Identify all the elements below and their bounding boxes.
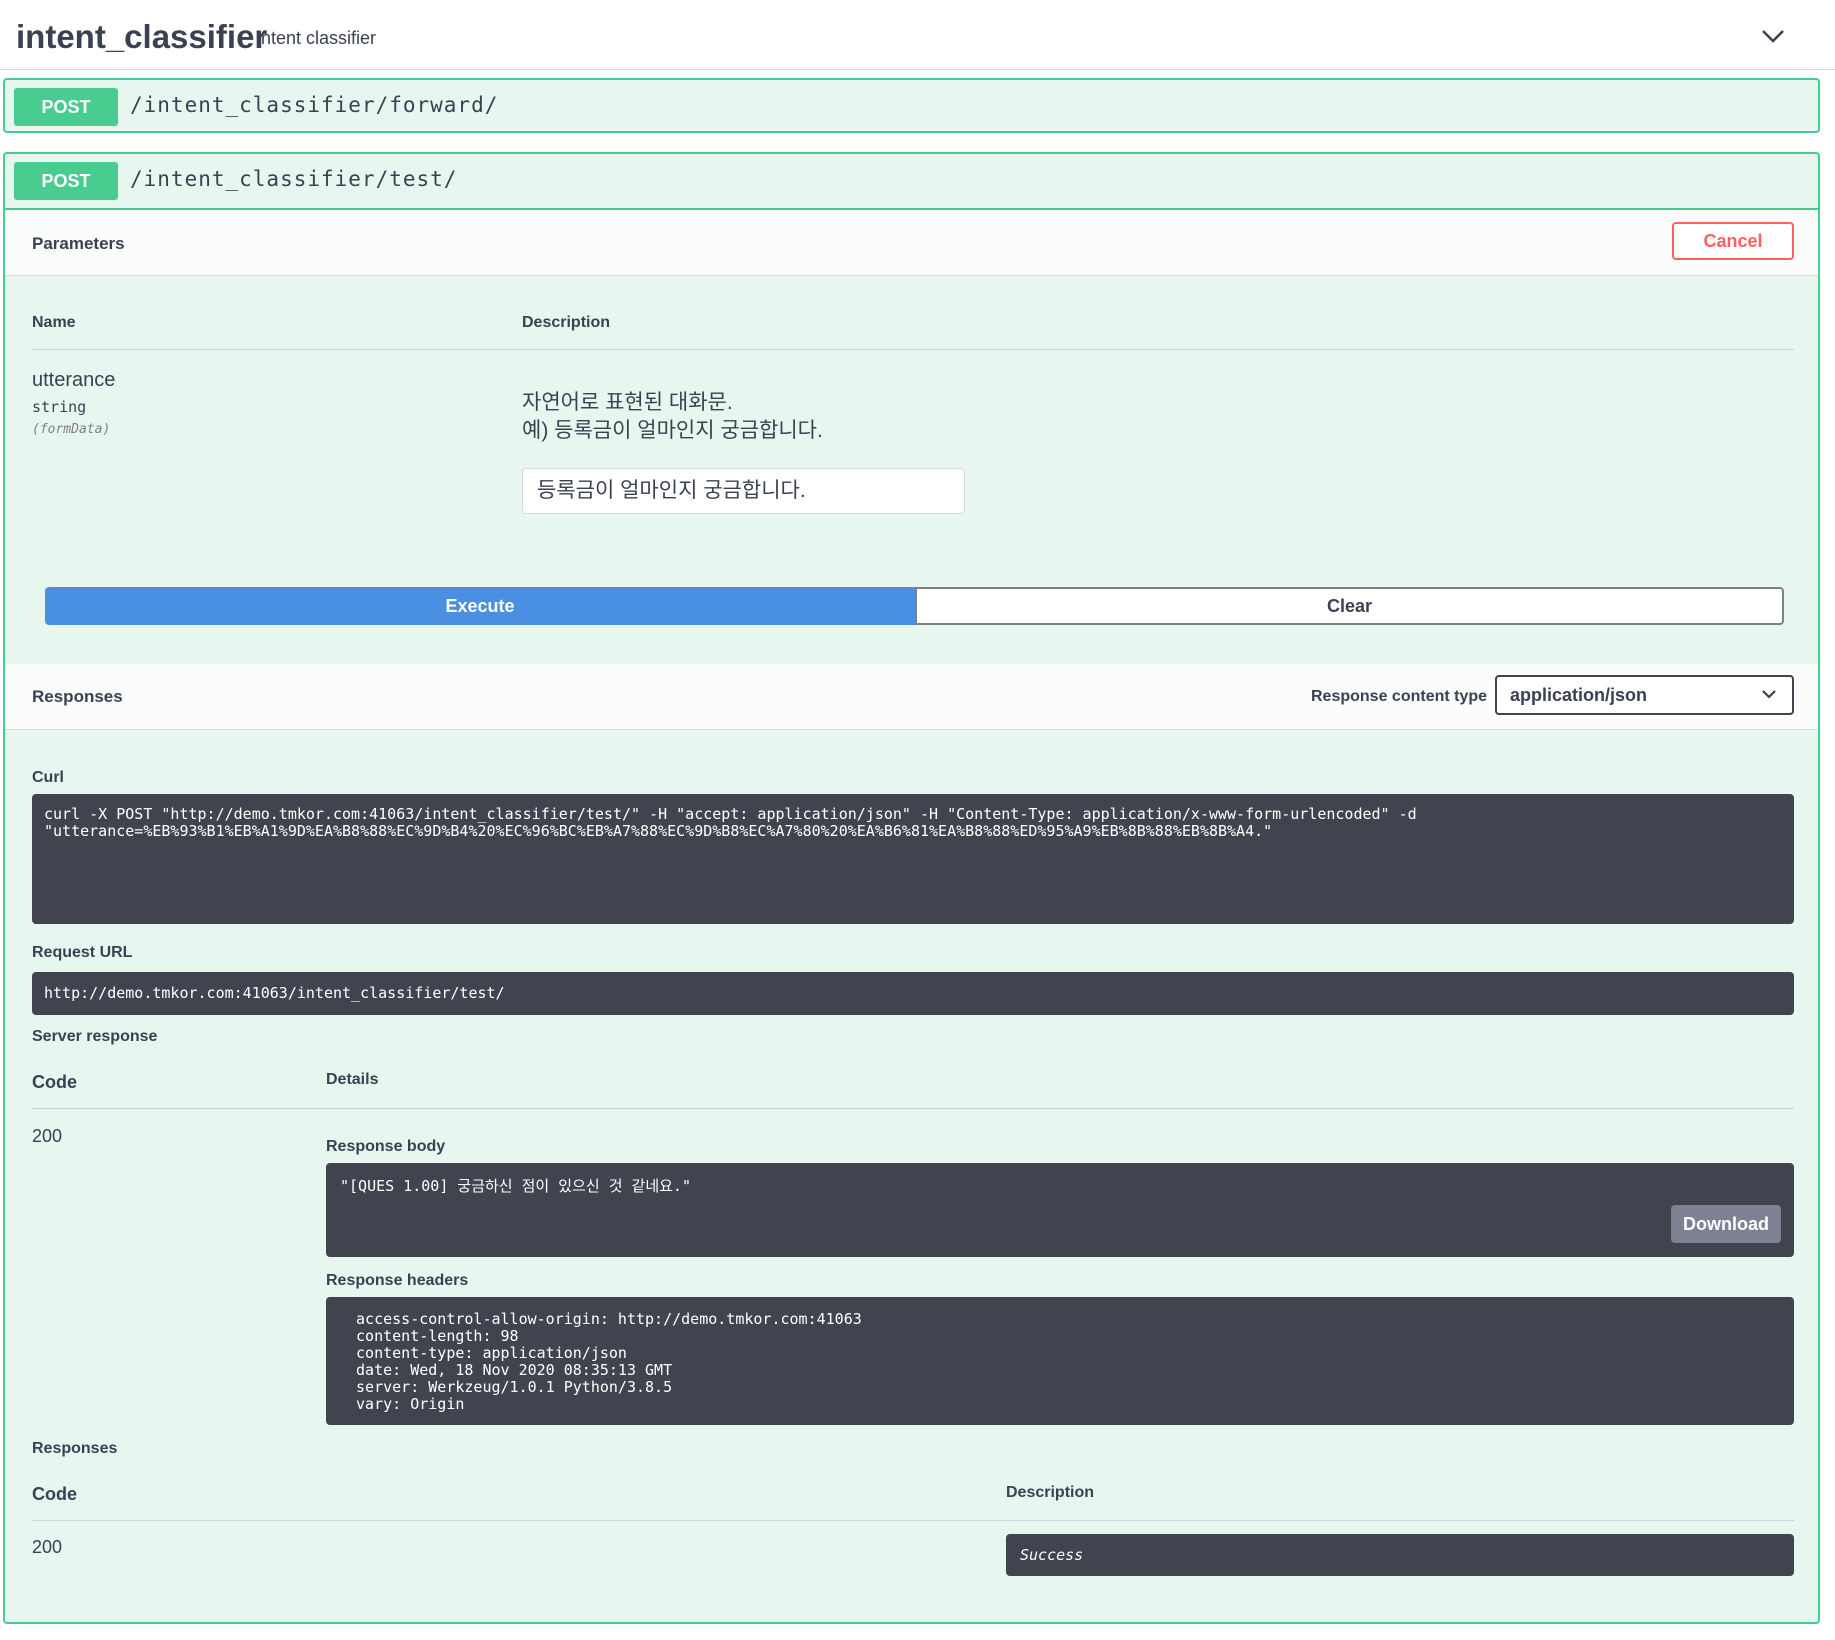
chevron-down-icon <box>1762 690 1776 699</box>
opblock-summary-test[interactable]: POST /intent_classifier/test/ <box>5 154 1818 210</box>
tag-header[interactable]: intent_classifier intent classifier <box>0 0 1835 70</box>
opblock-summary-forward[interactable]: POST /intent_classifier/forward/ <box>5 80 1818 135</box>
response-body-text: "[QUES 1.00] 궁금하신 점이 있으신 것 같네요." <box>340 1177 691 1195</box>
divider <box>32 349 1794 350</box>
responses-label: Responses <box>32 1440 118 1457</box>
endpoint-path: /intent_classifier/forward/ <box>130 93 499 117</box>
content-type-select[interactable]: application/json <box>1495 675 1794 715</box>
server-response-col-details: Details <box>326 1071 379 1088</box>
chevron-down-icon[interactable] <box>1760 24 1786 48</box>
server-response-code: 200 <box>32 1126 63 1146</box>
response-headers-label: Response headers <box>326 1272 469 1289</box>
param-description-line2: 예) 등록금이 얼마인지 궁금합니다. <box>522 419 823 442</box>
content-type-label: Response content type <box>1311 688 1488 705</box>
param-col-name: Name <box>32 314 76 331</box>
param-col-description: Description <box>522 314 611 331</box>
responses-col-description: Description <box>1006 1484 1095 1501</box>
responses-col-code: Code <box>32 1484 77 1504</box>
request-url[interactable]: http://demo.tmkor.com:41063/intent_class… <box>32 972 1794 1015</box>
param-name: utterance <box>32 369 116 391</box>
param-description-line1: 자연어로 표현된 대화문. <box>522 391 733 414</box>
method-badge: POST <box>14 162 118 200</box>
curl-command[interactable]: curl -X POST "http://demo.tmkor.com:4106… <box>32 794 1794 924</box>
parameters-title: Parameters <box>32 234 125 253</box>
divider <box>32 1520 1794 1521</box>
curl-label: Curl <box>32 769 64 786</box>
execute-button[interactable]: Execute <box>45 587 915 625</box>
download-button[interactable]: Download <box>1671 1205 1781 1243</box>
opblock-test: POST /intent_classifier/test/ Parameters… <box>3 152 1820 1624</box>
endpoint-path: /intent_classifier/test/ <box>130 167 458 191</box>
clear-button[interactable]: Clear <box>915 587 1784 625</box>
request-url-label: Request URL <box>32 944 133 961</box>
tag-description: intent classifier <box>257 28 377 48</box>
responses-title: Responses <box>32 687 123 706</box>
content-type-value: application/json <box>1510 685 1648 705</box>
param-location: (formData) <box>32 422 111 437</box>
method-badge: POST <box>14 88 118 126</box>
parameters-header: Parameters Cancel <box>5 210 1818 276</box>
response-code: 200 <box>32 1537 63 1557</box>
cancel-button[interactable]: Cancel <box>1672 222 1794 260</box>
responses-header: Responses Response content type applicat… <box>5 664 1818 730</box>
tag-title[interactable]: intent_classifier <box>16 18 267 56</box>
response-headers[interactable]: access-control-allow-origin: http://demo… <box>326 1297 1794 1425</box>
server-response-col-code: Code <box>32 1072 77 1092</box>
response-description: Success <box>1006 1534 1794 1576</box>
utterance-input[interactable]: 등록금이 얼마인지 궁금합니다. <box>522 468 965 514</box>
opblock-forward: POST /intent_classifier/forward/ <box>3 78 1820 133</box>
response-body-label: Response body <box>326 1138 446 1155</box>
server-response-label: Server response <box>32 1028 158 1045</box>
response-body[interactable]: "[QUES 1.00] 궁금하신 점이 있으신 것 같네요." Downloa… <box>326 1163 1794 1257</box>
divider <box>32 1108 1794 1109</box>
param-type: string <box>32 398 87 416</box>
